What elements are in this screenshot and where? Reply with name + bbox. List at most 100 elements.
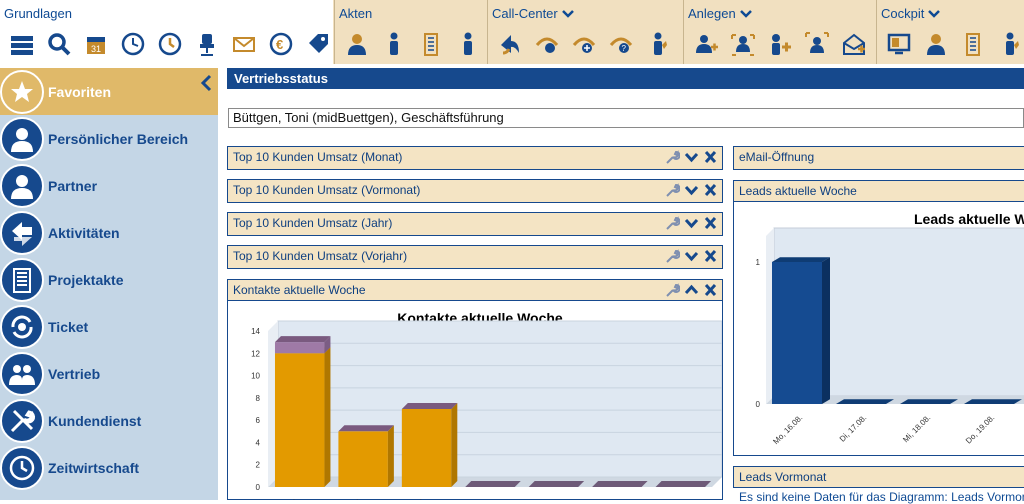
y-tick-label: 8 bbox=[256, 394, 261, 403]
leads-chart-body: Leads aktuelle Woche 0 1 Mo, 16.08. Di, 17.0… bbox=[733, 202, 1024, 456]
panel-title: Top 10 Kunden Umsatz (Jahr) bbox=[233, 216, 393, 230]
add-mail-icon[interactable] bbox=[838, 30, 870, 58]
user-field[interactable]: Büttgen, Toni (midBuettgen), Geschäftsfü… bbox=[228, 108, 1024, 128]
toolbar-group-label: Akten bbox=[339, 6, 373, 21]
sidebar-item-label: Projektakte bbox=[48, 271, 124, 288]
wrench-icon[interactable] bbox=[665, 183, 680, 197]
toolbar-group-title[interactable]: Cockpit bbox=[881, 6, 941, 21]
cockpit-building-icon[interactable] bbox=[957, 30, 989, 58]
toolbar-group-label: Grundlagen bbox=[4, 6, 72, 21]
cockpit-thumb-icon[interactable] bbox=[994, 30, 1024, 58]
toolbar-group-label: Cockpit bbox=[881, 6, 925, 21]
svg-text:?: ? bbox=[622, 44, 627, 53]
thumbs-up-icon[interactable] bbox=[642, 30, 674, 58]
sidebar-item-vertrieb[interactable]: Vertrieb bbox=[0, 350, 218, 397]
bar-top bbox=[964, 399, 1022, 404]
building-icon[interactable] bbox=[415, 30, 447, 58]
wrench-icon[interactable] bbox=[665, 283, 680, 297]
sidebar-item-projektakte[interactable]: Projektakte bbox=[0, 256, 218, 303]
cockpit-person-icon[interactable] bbox=[920, 30, 952, 58]
close-icon[interactable] bbox=[703, 283, 718, 297]
office-chair-icon[interactable] bbox=[191, 30, 223, 58]
panel-title: Kontakte aktuelle Woche bbox=[233, 283, 366, 297]
chevron-down-icon[interactable] bbox=[684, 150, 699, 164]
person-standing-icon[interactable] bbox=[378, 30, 410, 58]
close-icon[interactable] bbox=[703, 249, 718, 263]
sidebar-item-persoenlicher-bereich[interactable]: Persönlicher Bereich bbox=[0, 115, 218, 162]
top10-panel: Top 10 Kunden Umsatz (Monat) bbox=[227, 146, 723, 170]
euro-icon[interactable]: € bbox=[265, 30, 297, 58]
x-tick-label: Mo, 16.08. bbox=[771, 413, 804, 446]
bar-top bbox=[274, 336, 331, 343]
person-icon[interactable] bbox=[341, 30, 373, 58]
chevron-down-icon[interactable] bbox=[684, 183, 699, 197]
calendar-icon[interactable]: 31 bbox=[80, 30, 112, 58]
chevron-up-icon[interactable] bbox=[684, 283, 699, 297]
sidebar-item-ticket[interactable]: Ticket bbox=[0, 303, 218, 350]
bar-top bbox=[772, 257, 830, 262]
add-person-icon[interactable] bbox=[690, 30, 722, 58]
chevron-down-icon[interactable] bbox=[928, 8, 941, 20]
sidebar-item-zeitwirtschaft[interactable]: Zeitwirtschaft bbox=[0, 444, 218, 491]
panel-title: Leads Vormonat bbox=[739, 470, 827, 484]
monitor-icon[interactable] bbox=[883, 30, 915, 58]
chevron-down-icon[interactable] bbox=[684, 216, 699, 230]
panel-title: eMail-Öffnung bbox=[739, 150, 815, 164]
sidebar-item-kundendienst[interactable]: Kundendienst bbox=[0, 397, 218, 444]
tag-icon[interactable] bbox=[302, 30, 334, 58]
bar-top bbox=[836, 399, 894, 404]
close-icon[interactable] bbox=[703, 216, 718, 230]
wrench-icon[interactable] bbox=[665, 150, 680, 164]
toolbar-group-title: Grundlagen bbox=[4, 6, 72, 21]
phone-cycle-icon[interactable] bbox=[531, 30, 563, 58]
wrench-icon[interactable] bbox=[665, 216, 680, 230]
chevron-down-icon[interactable] bbox=[739, 8, 752, 20]
sidebar-item-aktivitaeten[interactable]: Aktivitäten bbox=[0, 209, 218, 256]
search-icon[interactable] bbox=[43, 30, 75, 58]
call-back-icon[interactable] bbox=[494, 30, 526, 58]
collapse-sidebar-icon[interactable] bbox=[200, 74, 214, 92]
person-small-icon[interactable] bbox=[452, 30, 484, 58]
toolbar-group-title[interactable]: Call-Center bbox=[492, 6, 574, 21]
phone-question-icon[interactable]: ? bbox=[605, 30, 637, 58]
wrench-icon[interactable] bbox=[665, 249, 680, 263]
sidebar-item-favoriten[interactable]: Favoriten bbox=[0, 68, 218, 115]
panel-title: Top 10 Kunden Umsatz (Vormonat) bbox=[233, 183, 421, 197]
toolbar-group-akten: Akten bbox=[334, 0, 486, 64]
chart-title: Leads aktuelle Woche bbox=[914, 211, 1024, 227]
y-tick-label: 2 bbox=[256, 461, 261, 470]
sidebar-item-label: Zeitwirtschaft bbox=[48, 459, 140, 476]
x-tick-label: ..08. bbox=[347, 496, 364, 500]
bar bbox=[401, 409, 452, 487]
clock-icon[interactable] bbox=[117, 30, 149, 58]
bar-top bbox=[401, 403, 458, 409]
close-icon[interactable] bbox=[703, 183, 718, 197]
add-group-icon[interactable] bbox=[727, 30, 759, 58]
toolbar-group-label: Anlegen bbox=[688, 6, 736, 21]
bar-side bbox=[451, 403, 458, 487]
toolbar-group-title[interactable]: Anlegen bbox=[688, 6, 752, 21]
bar bbox=[274, 342, 325, 354]
chevron-down-icon[interactable] bbox=[684, 249, 699, 263]
top10-panel: Top 10 Kunden Umsatz (Jahr) bbox=[227, 212, 723, 236]
bar-top bbox=[900, 399, 958, 404]
sidebar: Zeitwirtschaft Kundendienst Vertrieb Ticket… bbox=[0, 68, 218, 500]
add-contact-icon[interactable] bbox=[764, 30, 796, 58]
chevron-down-icon[interactable] bbox=[561, 8, 574, 20]
add-selection-icon[interactable] bbox=[801, 30, 833, 58]
mail-icon[interactable] bbox=[228, 30, 260, 58]
phone-add-icon[interactable] bbox=[568, 30, 600, 58]
bar bbox=[338, 431, 388, 487]
partner-icon bbox=[0, 163, 44, 208]
close-icon[interactable] bbox=[703, 150, 718, 164]
activity-arrows-icon bbox=[0, 210, 44, 255]
top10-panel: Top 10 Kunden Umsatz (Vormonat) bbox=[227, 179, 723, 203]
x-tick-label: Di, 17.08. bbox=[838, 413, 869, 444]
toolbar-group-cockpit: Cockpit bbox=[876, 0, 1024, 64]
contacts-chart: Kontakte aktuelle Woche02468101214..08..… bbox=[251, 310, 722, 500]
bar-top bbox=[465, 481, 521, 487]
sidebar-item-partner[interactable]: Partner bbox=[0, 162, 218, 209]
list-icon[interactable] bbox=[6, 30, 38, 58]
sidebar-item-label: Persönlicher Bereich bbox=[48, 130, 189, 147]
history-icon[interactable] bbox=[154, 30, 186, 58]
